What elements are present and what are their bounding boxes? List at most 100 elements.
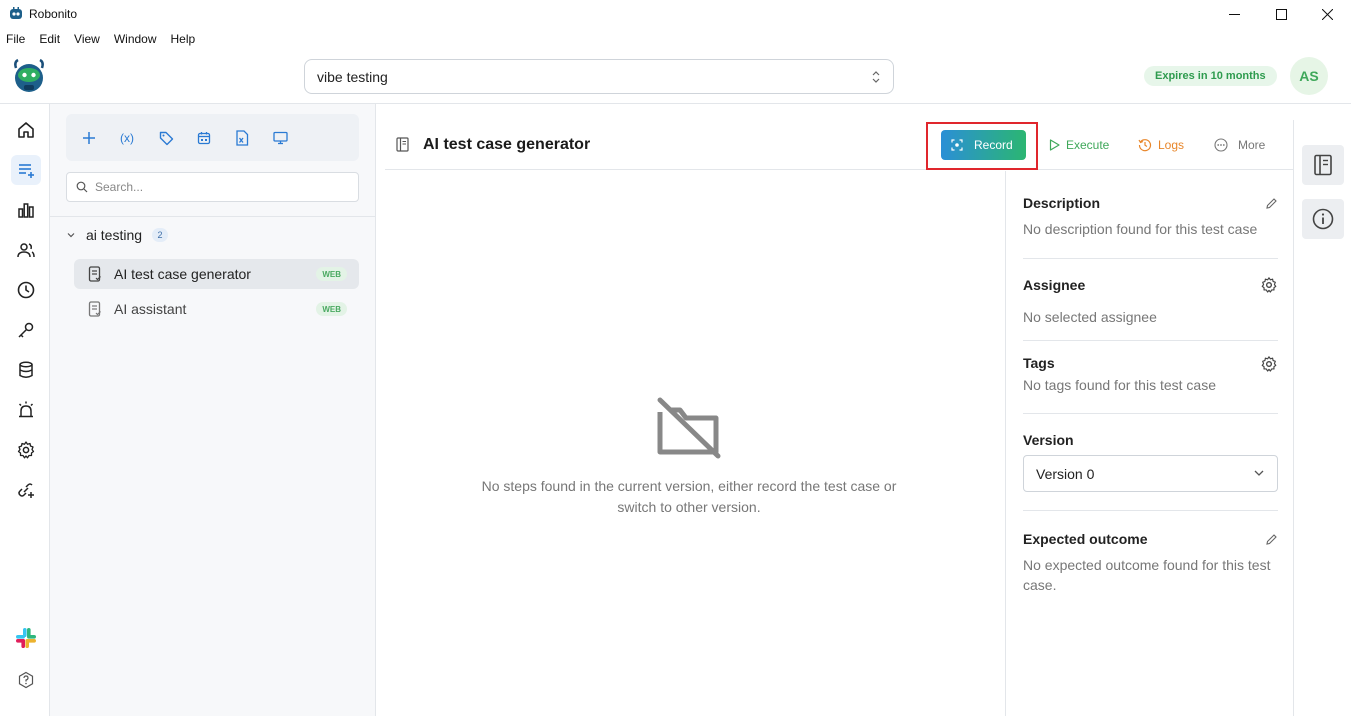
menu-view[interactable]: View	[74, 32, 100, 46]
close-icon	[1321, 8, 1333, 20]
test-case-label: AI test case generator	[114, 266, 251, 282]
tag-icon	[159, 131, 173, 145]
maximize-button[interactable]	[1258, 0, 1304, 28]
info-icon	[1312, 208, 1334, 230]
test-case-icon	[88, 301, 101, 317]
nav-settings[interactable]	[11, 435, 41, 465]
tags-title: Tags	[1023, 355, 1055, 371]
app-logo-icon	[10, 7, 22, 19]
device-button[interactable]	[270, 128, 290, 148]
import-excel-button[interactable]	[232, 128, 252, 148]
nav-test-cases[interactable]	[11, 155, 41, 185]
alerts-icon	[18, 401, 34, 418]
version-section: Version	[1023, 432, 1278, 448]
assignee-text: No selected assignee	[1023, 309, 1157, 325]
home-icon	[18, 122, 34, 138]
variables-button[interactable]: (x)	[117, 128, 137, 148]
folder-off-icon	[657, 397, 721, 459]
project-select[interactable]: vibe testing	[304, 59, 894, 94]
menu-edit[interactable]: Edit	[39, 32, 60, 46]
excel-icon	[236, 130, 249, 146]
chevron-down-icon	[1254, 470, 1264, 476]
logs-button[interactable]: Logs	[1138, 136, 1184, 154]
nav-home[interactable]	[11, 115, 41, 145]
nav-history[interactable]	[11, 275, 41, 305]
test-case-header: AI test case generator Record Execute Lo…	[385, 120, 1293, 170]
window-title: Robonito	[29, 7, 78, 21]
version-select[interactable]: Version 0	[1023, 455, 1278, 492]
close-button[interactable]	[1304, 0, 1350, 28]
search-icon	[76, 181, 88, 193]
reports-icon	[18, 203, 34, 218]
logs-label: Logs	[1158, 138, 1185, 152]
details-panel: Description No description found for thi…	[1005, 171, 1293, 716]
integrations-icon	[18, 483, 34, 498]
test-case-item[interactable]: AI assistant WEB	[74, 294, 359, 324]
section-divider	[1023, 258, 1278, 259]
empty-state-message: No steps found in the current version, e…	[481, 478, 897, 515]
assignee-settings-icon[interactable]	[1260, 276, 1278, 294]
menu-window[interactable]: Window	[114, 32, 157, 46]
calendar-icon	[197, 132, 211, 145]
add-button[interactable]	[79, 128, 99, 148]
description-title: Description	[1023, 195, 1101, 211]
nav-alerts[interactable]	[11, 395, 41, 425]
nav-slack[interactable]	[11, 623, 41, 653]
section-divider	[1023, 413, 1278, 414]
nav-integrations[interactable]	[11, 475, 41, 505]
search-placeholder: Search...	[95, 180, 144, 194]
explorer-toolbar: (x)	[66, 114, 359, 161]
schedule-button[interactable]	[194, 128, 214, 148]
record-label: Record	[974, 138, 1013, 152]
tags-section: Tags No tags found for this test case	[1023, 355, 1278, 395]
menu-file[interactable]: File	[6, 32, 25, 46]
info-button[interactable]	[1302, 199, 1344, 239]
nav-reports[interactable]	[11, 195, 41, 225]
folder-label: ai testing	[86, 227, 143, 243]
version-title: Version	[1023, 432, 1074, 448]
record-button[interactable]: Record	[941, 130, 1026, 160]
nav-users[interactable]	[11, 235, 41, 265]
logs-history-icon	[1138, 139, 1152, 152]
execute-label: Execute	[1066, 138, 1110, 152]
search-input[interactable]: Search...	[66, 172, 359, 202]
keys-icon	[18, 322, 34, 338]
platform-badge: WEB	[316, 302, 347, 316]
robonito-logo-icon[interactable]	[12, 58, 46, 94]
edit-description-icon[interactable]	[1265, 197, 1278, 210]
expected-outcome-title: Expected outcome	[1023, 531, 1148, 547]
menu-bar: File Edit View Window Help	[0, 29, 209, 49]
nav-help[interactable]	[11, 665, 41, 695]
users-icon	[17, 243, 35, 258]
tags-button[interactable]	[156, 128, 176, 148]
nav-database[interactable]	[11, 355, 41, 385]
page-title: AI test case generator	[423, 136, 591, 153]
user-avatar[interactable]: AS	[1290, 57, 1328, 95]
execute-button[interactable]: Execute	[1049, 136, 1109, 154]
nav-keys[interactable]	[11, 315, 41, 345]
menu-help[interactable]: Help	[171, 32, 196, 46]
test-case-item[interactable]: AI test case generator WEB	[74, 259, 359, 289]
folder-ai-testing[interactable]: ai testing 2	[66, 226, 169, 244]
edit-expected-outcome-icon[interactable]	[1265, 533, 1278, 546]
settings-icon	[17, 441, 35, 459]
nav-rail	[0, 104, 50, 716]
description-section: Description No description found for thi…	[1023, 195, 1278, 239]
variables-icon: (x)	[120, 131, 134, 145]
tags-settings-icon[interactable]	[1260, 355, 1278, 373]
test-case-label: AI assistant	[114, 301, 187, 317]
minimize-icon	[1228, 13, 1240, 15]
more-button[interactable]: More	[1214, 136, 1265, 154]
help-icon	[18, 671, 34, 689]
folder-count-badge: 2	[152, 228, 169, 242]
platform-badge: WEB	[316, 267, 347, 281]
test-case-icon	[88, 266, 101, 282]
license-expiry-badge: Expires in 10 months	[1144, 66, 1277, 86]
database-icon	[19, 361, 33, 378]
notes-button[interactable]	[1302, 145, 1344, 185]
document-icon	[396, 137, 409, 152]
tags-text: No tags found for this test case	[1023, 377, 1216, 393]
add-icon	[83, 132, 95, 144]
minimize-button[interactable]	[1211, 0, 1257, 28]
maximize-icon	[1275, 8, 1287, 20]
